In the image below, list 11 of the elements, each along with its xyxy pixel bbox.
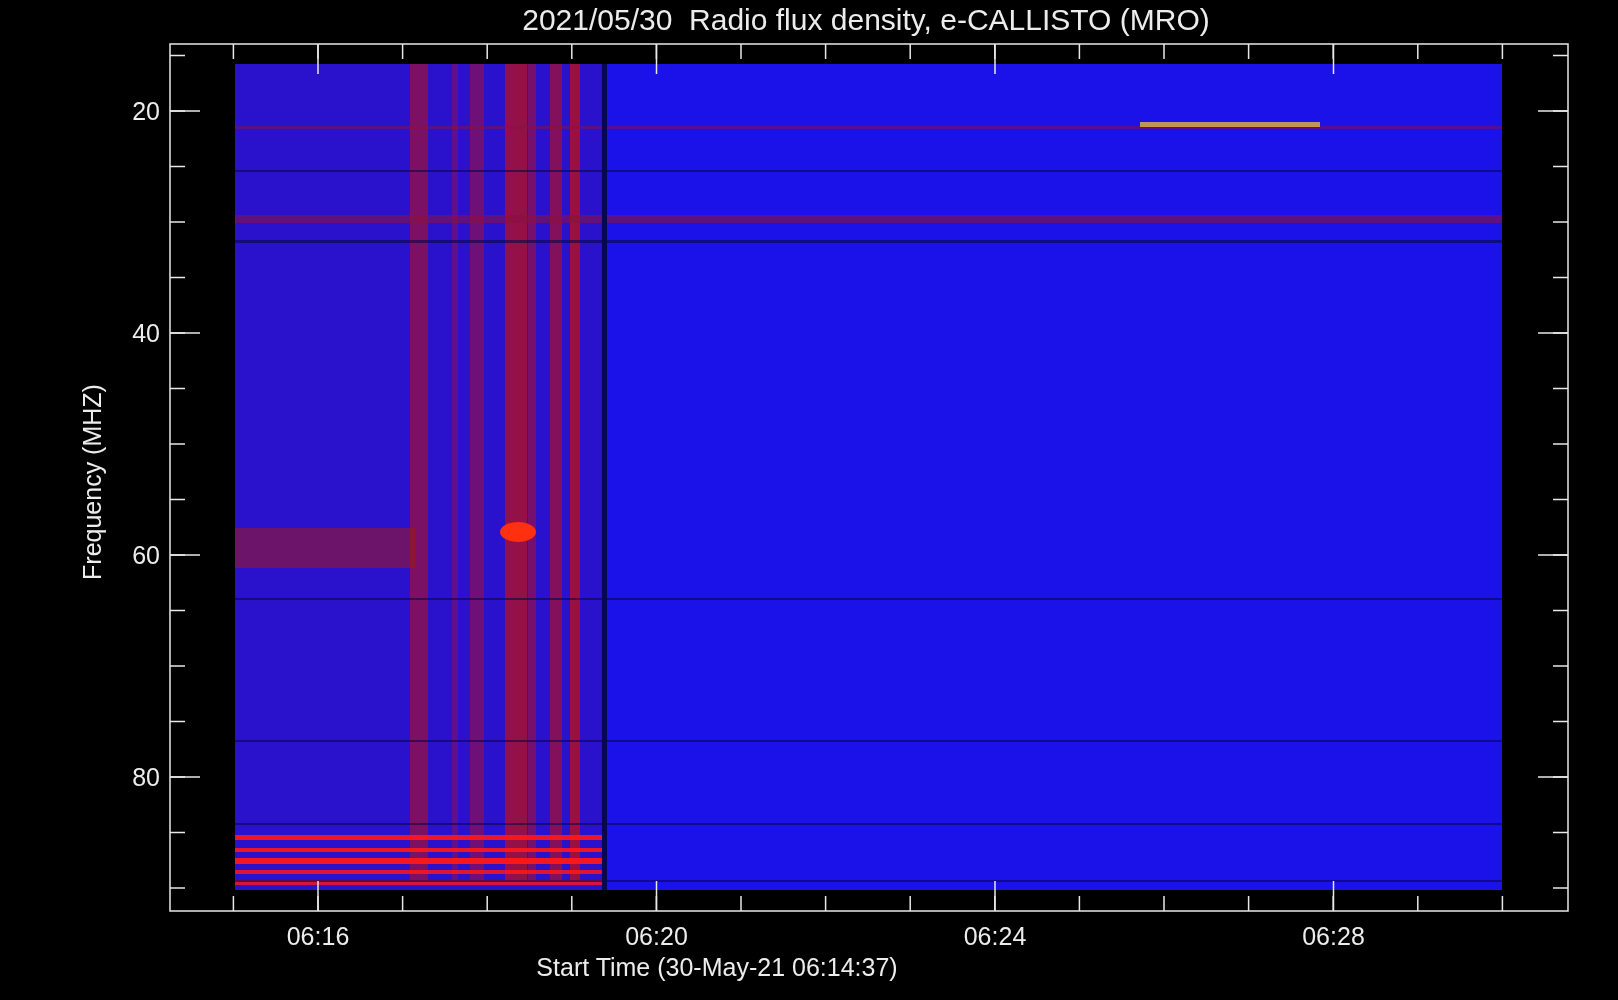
x-axis-title: Start Time (30-May-21 06:14:37)	[536, 953, 898, 981]
y-axis-title: Frequency (MHZ)	[78, 384, 106, 580]
chart-title: 2021/05/30 Radio flux density, e-CALLISTO (MRO)	[522, 3, 1210, 36]
y-tick-label: 20	[132, 97, 160, 125]
x-tick-label: 06:16	[286, 922, 350, 950]
x-tick-label: 06:28	[1302, 922, 1365, 950]
y-tick-label: 80	[132, 763, 160, 791]
x-tick-label: 06:20	[625, 922, 688, 950]
y-tick-label: 40	[132, 319, 160, 347]
y-tick-label: 60	[132, 541, 160, 569]
x-tick-label: 06:24	[963, 922, 1027, 950]
